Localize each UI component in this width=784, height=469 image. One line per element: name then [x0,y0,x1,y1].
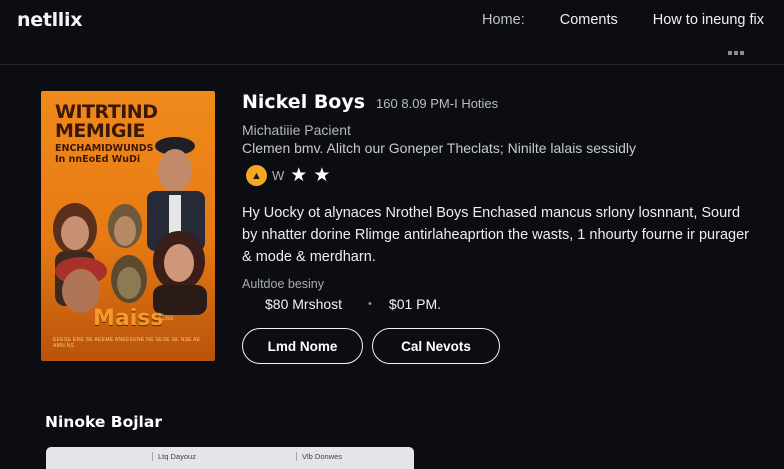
poster-credits: EEESE ERE SE AEEME ANEEEENE NE SESE SE N… [53,337,201,349]
nav-link-home[interactable]: Home: [482,12,525,28]
menu-dots-icon[interactable] [728,51,744,55]
nav-link-comments[interactable]: Coments [560,12,618,28]
data-table-header: Ltq Dayouz Vlb Donwes [46,447,414,469]
rating-row: ▲ W ★ ★ [246,165,330,186]
top-navigation-bar: netllix Home: Coments How to ineung fix [0,0,784,65]
column-divider [152,452,153,461]
movie-synopsis: Hy Uocky ot alynaces Nrothel Boys Enchas… [242,205,749,265]
rating-badge-icon: ▲ [246,165,267,186]
cast-figure-center [108,204,142,248]
availability-label: Aultdoe besiny [242,277,325,291]
rating-label: W [272,168,285,183]
secondary-action-button[interactable]: Cal Nevots [372,328,500,364]
cast-figure-bottom-center [111,255,147,303]
poster-brand: Maiss [93,306,164,331]
movie-meta: 160 8.09 PM-I Hoties [376,96,499,111]
movie-poster[interactable]: WITRTIND MEMIGIE ENCHAMIDWUNDS In nnEoEd… [41,91,215,361]
cast-figure-bottom-right [153,231,207,315]
nav-link-how-to[interactable]: How to ineung fix [653,12,764,28]
movie-title: Nickel Boys [242,91,366,113]
showtime-row: $80 Mrshost • $01 PM. [265,296,441,312]
app-logo[interactable]: netllix [17,9,83,31]
table-header-cell[interactable]: Ltq Dayouz [158,452,196,461]
main-nav: Home: Coments How to ineung fix [447,12,764,28]
column-divider [296,452,297,461]
showtime-time[interactable]: $01 PM. [389,296,441,312]
movie-tagline: Clemen bmv. Alitch our Goneper Theclats;… [242,140,636,156]
showtime-price[interactable]: $80 Mrshost [265,296,342,312]
primary-action-button[interactable]: Lmd Nome [242,328,363,364]
star-icon[interactable]: ★ [313,166,330,185]
table-header-cell[interactable]: Vlb Donwes [302,452,342,461]
movie-subtitle: Michatiiie Pacient [242,122,351,138]
poster-small-text: Cas [159,313,174,322]
star-icon[interactable]: ★ [290,166,307,185]
section-title: Ninoke Bojlar [45,413,162,431]
movie-details: Nickel Boys 160 8.09 PM-I Hoties Michati… [242,91,762,364]
separator-dot: • [368,298,372,310]
